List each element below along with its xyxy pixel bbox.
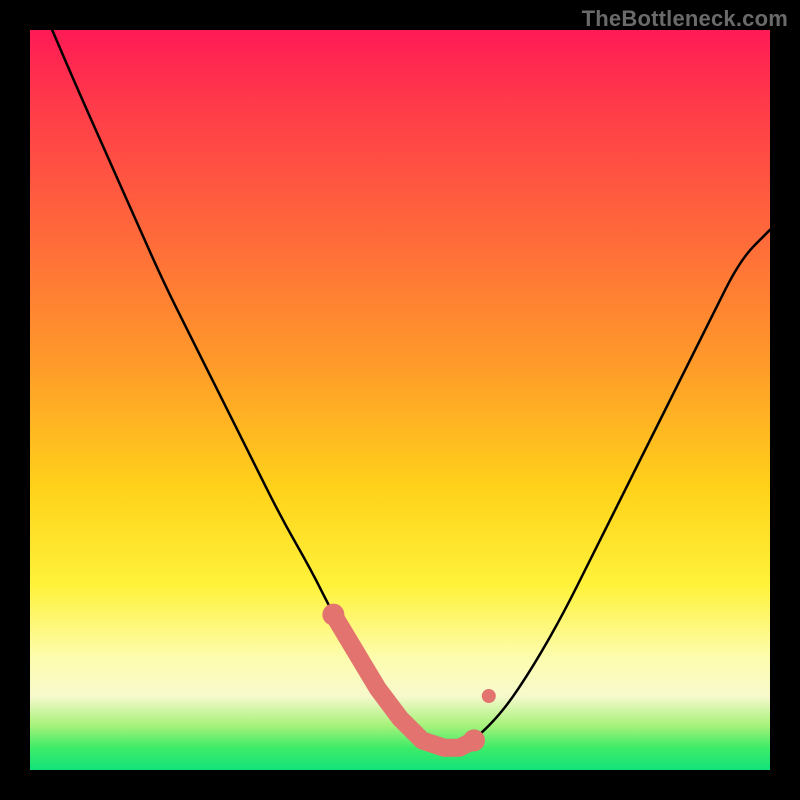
chart-frame: TheBottleneck.com (0, 0, 800, 800)
optimal-zone-end-dot (322, 604, 344, 626)
bottleneck-curve-path (52, 30, 770, 748)
plot-area (30, 30, 770, 770)
watermark-text: TheBottleneck.com (582, 6, 788, 32)
optimal-zone-markers (322, 604, 495, 752)
optimal-zone-end-dot (463, 729, 485, 751)
optimal-zone-float-dot (482, 689, 496, 703)
curve-svg (30, 30, 770, 770)
optimal-zone-band (333, 615, 474, 748)
